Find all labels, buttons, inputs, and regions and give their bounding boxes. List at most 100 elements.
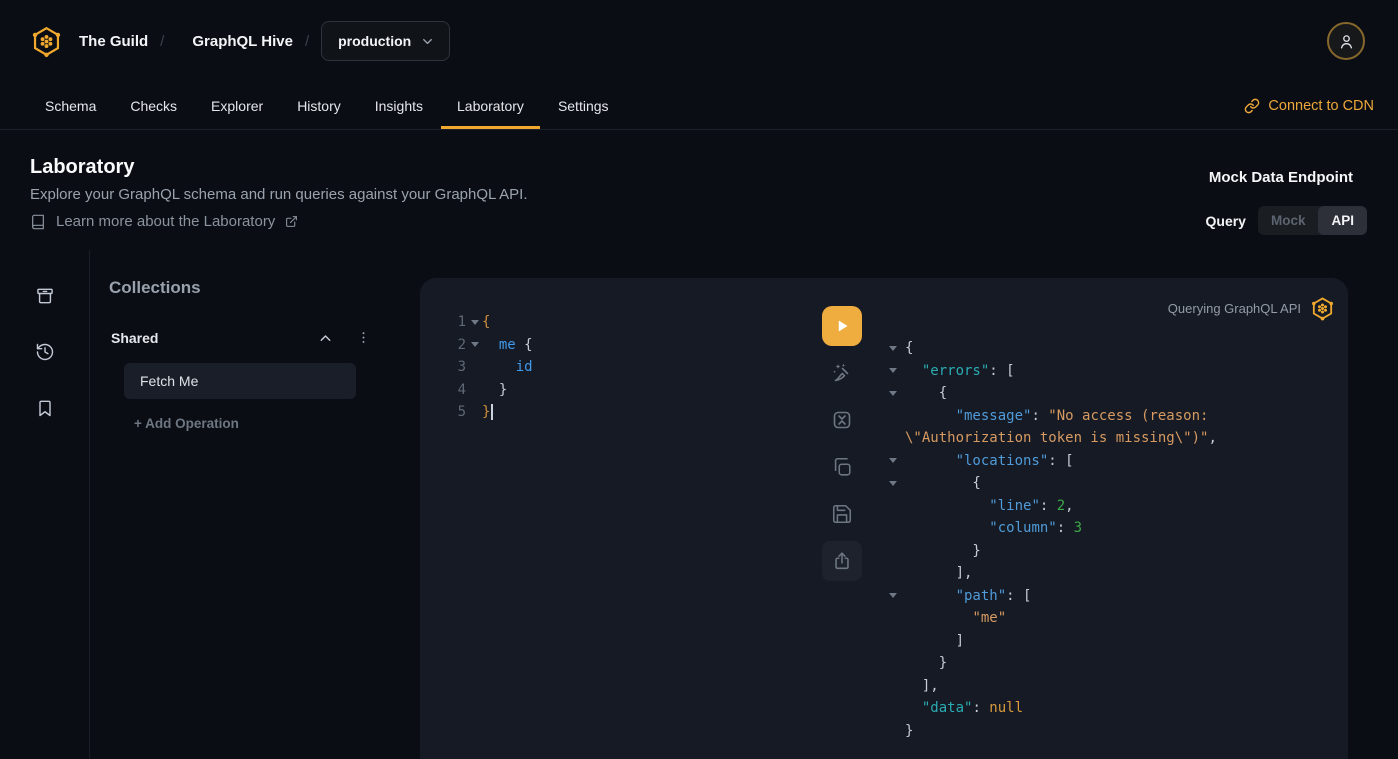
- kebab-menu-icon[interactable]: [356, 329, 371, 346]
- code-token: :: [1040, 498, 1057, 514]
- play-icon: [831, 315, 853, 337]
- code-token: [905, 498, 989, 514]
- response-line: "me": [880, 607, 1342, 630]
- operation-item[interactable]: Fetch Me: [124, 363, 356, 399]
- response-line: "column": 3: [880, 517, 1342, 540]
- query-line: 3 id: [450, 356, 810, 379]
- code-token: "line": [989, 498, 1040, 514]
- tab-checks[interactable]: Checks: [114, 82, 193, 129]
- code-token: }: [905, 543, 981, 559]
- endpoint-mode-row: Query MockAPI: [1206, 206, 1368, 235]
- add-operation-button[interactable]: + Add Operation: [134, 416, 420, 431]
- code-token: [905, 700, 922, 716]
- text-cursor: [491, 404, 493, 420]
- collections-panel: Collections Shared Fetch Me + Add Operat…: [91, 250, 420, 759]
- response-line: "errors": [: [880, 360, 1342, 383]
- hive-logo-icon: [1310, 296, 1335, 321]
- save-button[interactable]: [822, 494, 862, 534]
- code-token: "data": [922, 700, 973, 716]
- breadcrumb-project[interactable]: GraphQL Hive: [192, 33, 293, 50]
- code-token: :: [972, 700, 989, 716]
- query-editor[interactable]: 1{2 me {3 id4 }5}: [450, 311, 810, 424]
- chevron-down-icon: [420, 34, 435, 49]
- code-token: ]: [905, 633, 964, 649]
- code-token: ,: [1065, 498, 1073, 514]
- nav-spacer: [627, 82, 1245, 129]
- code-token: ,: [1208, 430, 1216, 446]
- bookmark-icon[interactable]: [35, 398, 55, 418]
- tab-insights[interactable]: Insights: [359, 82, 439, 129]
- code-token: null: [989, 700, 1023, 716]
- code-token: "No access (reason:: [1048, 408, 1208, 424]
- code-token: }: [482, 382, 507, 398]
- endpoint-mode-toggle: MockAPI: [1258, 206, 1367, 235]
- code-token: "me": [972, 610, 1006, 626]
- fold-toggle-icon[interactable]: [880, 346, 905, 351]
- editor-toolbar: [820, 306, 864, 581]
- response-line: ],: [880, 675, 1342, 698]
- code-token: ],: [905, 565, 972, 581]
- code-token: \"Authorization token is missing\")": [905, 430, 1208, 446]
- breadcrumb-org[interactable]: The Guild: [79, 33, 148, 50]
- line-number: 4: [450, 382, 466, 398]
- copy-query-button[interactable]: [822, 447, 862, 487]
- share-button[interactable]: [822, 541, 862, 581]
- code-token: }: [482, 404, 490, 420]
- share-upload-icon: [831, 550, 853, 572]
- target-selector-button[interactable]: production: [321, 21, 450, 61]
- code-token: {: [905, 475, 981, 491]
- tab-schema[interactable]: Schema: [29, 82, 112, 129]
- collections-icon[interactable]: [35, 286, 55, 306]
- code-token: : [: [1048, 453, 1073, 469]
- chevron-up-icon: [317, 330, 334, 347]
- endpoint-option-api[interactable]: API: [1318, 206, 1367, 235]
- target-selector-label: production: [338, 33, 411, 49]
- fold-toggle-icon[interactable]: [880, 481, 905, 486]
- response-line: "message": "No access (reason:: [880, 405, 1342, 428]
- code-token: me: [499, 337, 516, 353]
- external-link-icon: [285, 215, 298, 228]
- hive-logo-icon[interactable]: [30, 25, 63, 58]
- code-token: {: [516, 337, 533, 353]
- history-icon[interactable]: [35, 342, 55, 362]
- top-bar: The Guild / GraphQL Hive / production: [0, 0, 1398, 82]
- merge-fragments-button[interactable]: [822, 400, 862, 440]
- user-avatar[interactable]: [1327, 22, 1365, 60]
- tab-explorer[interactable]: Explorer: [195, 82, 279, 129]
- response-pane: Querying GraphQL API { "errors": [ { "me…: [880, 278, 1348, 759]
- merge-icon: [830, 408, 854, 432]
- sparkle-brush-icon: [830, 361, 854, 385]
- tab-history[interactable]: History: [281, 82, 357, 129]
- code-token: 3: [1074, 520, 1082, 536]
- response-viewer[interactable]: { "errors": [ { "message": "No access (r…: [880, 337, 1342, 742]
- fold-toggle-icon[interactable]: [880, 391, 905, 396]
- response-line: "path": [: [880, 585, 1342, 608]
- fold-toggle-icon[interactable]: [880, 593, 905, 598]
- collection-group-label: Shared: [111, 330, 317, 346]
- line-number: 2: [450, 337, 466, 353]
- query-line: 1{: [450, 311, 810, 334]
- code-token: {: [905, 385, 947, 401]
- prettify-button[interactable]: [822, 353, 862, 393]
- response-line: {: [880, 382, 1342, 405]
- fold-toggle-icon[interactable]: [880, 458, 905, 463]
- execute-query-button[interactable]: [822, 306, 862, 346]
- fold-toggle-icon[interactable]: [468, 342, 482, 347]
- tab-settings[interactable]: Settings: [542, 82, 625, 129]
- code-token: [482, 337, 499, 353]
- code-token: [905, 408, 956, 424]
- code-token: :: [1057, 520, 1074, 536]
- breadcrumb-separator: /: [160, 33, 164, 50]
- graphiql-panel: 1{2 me {3 id4 }5}: [420, 278, 1348, 759]
- response-line: \"Authorization token is missing\")",: [880, 427, 1342, 450]
- code-token: : [: [1006, 588, 1031, 604]
- code-token: [905, 520, 989, 536]
- response-line: "locations": [: [880, 450, 1342, 473]
- fold-toggle-icon[interactable]: [468, 320, 482, 325]
- collection-group-shared[interactable]: Shared: [91, 326, 420, 350]
- connect-to-cdn-link[interactable]: Connect to CDN: [1244, 82, 1374, 129]
- tab-laboratory[interactable]: Laboratory: [441, 82, 540, 129]
- fold-toggle-icon[interactable]: [880, 368, 905, 373]
- learn-more-link[interactable]: Learn more about the Laboratory: [30, 213, 298, 230]
- endpoint-option-mock[interactable]: Mock: [1258, 206, 1319, 235]
